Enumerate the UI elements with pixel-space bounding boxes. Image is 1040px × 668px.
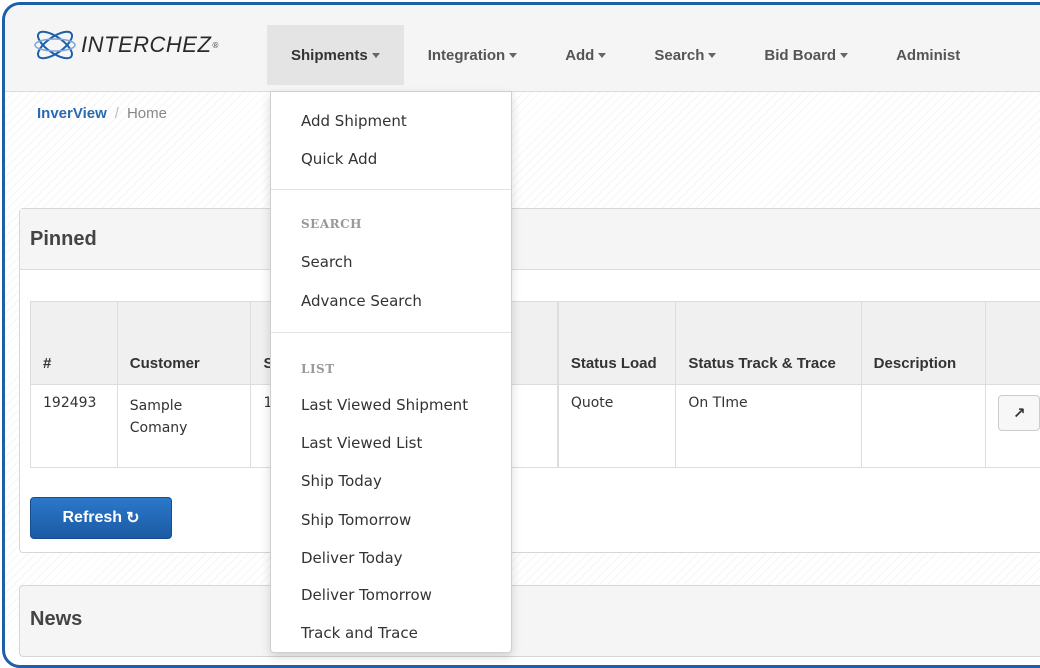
top-navbar: INTERCHEZ ® Shipments Integration Add Se… <box>5 5 1040 92</box>
nav-search[interactable]: Search <box>630 25 740 85</box>
trademark-symbol: ® <box>211 41 219 50</box>
brand-name: INTERCHEZ <box>81 32 211 58</box>
caret-down-icon <box>372 53 380 58</box>
news-panel: News <box>19 585 1040 657</box>
pinned-table-wrap: # Customer S Status Load Status Track & … <box>30 301 1040 468</box>
caret-down-icon <box>840 53 848 58</box>
shipments-dropdown-menu: Add Shipment Quick Add SEARCH Search Adv… <box>270 91 512 653</box>
menu-divider <box>271 332 511 333</box>
nav-administration[interactable]: Administ <box>872 25 984 85</box>
col-header-status-track[interactable]: Status Track & Trace <box>676 302 861 385</box>
menu-item-deliver-today[interactable]: Deliver Today <box>301 549 403 567</box>
cell-status-load: Quote <box>558 385 676 468</box>
nav-shipments[interactable]: Shipments <box>267 25 404 85</box>
orbit-logo-icon <box>33 25 77 65</box>
menu-item-search[interactable]: Search <box>301 253 353 271</box>
col-header-id[interactable]: # <box>31 302 118 385</box>
menu-item-quick-add[interactable]: Quick Add <box>301 150 377 168</box>
news-title: News <box>30 608 82 631</box>
nav-bid-board[interactable]: Bid Board <box>740 25 872 85</box>
cell-id: 192493 <box>31 385 118 468</box>
brand-logo[interactable]: INTERCHEZ ® <box>33 23 219 67</box>
pinned-panel: Pinned # Customer S Status Load Status T… <box>19 208 1040 553</box>
breadcrumb-separator: / <box>115 105 119 122</box>
col-header-actions <box>986 302 1040 385</box>
menu-item-ship-today[interactable]: Ship Today <box>301 472 382 490</box>
menu-item-last-viewed-list[interactable]: Last Viewed List <box>301 434 422 452</box>
col-header-customer[interactable]: Customer <box>117 302 251 385</box>
open-shipment-button[interactable]: ↗ <box>998 395 1040 431</box>
caret-down-icon <box>598 53 606 58</box>
menu-item-add-shipment[interactable]: Add Shipment <box>301 112 407 130</box>
menu-divider <box>271 189 511 190</box>
breadcrumb-link[interactable]: InverView <box>37 105 107 122</box>
menu-header-search: SEARCH <box>301 217 362 231</box>
table-row[interactable]: 192493 Sample Comany 1 1 Quote On TIme ↗ <box>31 385 1040 468</box>
refresh-button[interactable]: Refresh ↻ <box>30 497 172 539</box>
breadcrumb-current: Home <box>127 105 167 122</box>
external-link-icon: ↗ <box>1013 404 1026 422</box>
nav-integration[interactable]: Integration <box>404 25 542 85</box>
menu-item-advance-search[interactable]: Advance Search <box>301 292 422 310</box>
app-frame: INTERCHEZ ® Shipments Integration Add Se… <box>2 2 1040 668</box>
nav-add[interactable]: Add <box>541 25 630 85</box>
cell-description <box>861 385 985 468</box>
caret-down-icon <box>708 53 716 58</box>
menu-item-track-and-trace[interactable]: Track and Trace <box>301 624 418 642</box>
menu-item-deliver-tomorrow[interactable]: Deliver Tomorrow <box>301 586 432 604</box>
main-nav: Shipments Integration Add Search Bid Boa… <box>267 25 984 85</box>
menu-item-ship-tomorrow[interactable]: Ship Tomorrow <box>301 511 411 529</box>
col-header-description[interactable]: Description <box>861 302 985 385</box>
pinned-title: Pinned <box>20 209 1040 270</box>
caret-down-icon <box>509 53 517 58</box>
col-header-status-load[interactable]: Status Load <box>558 302 676 385</box>
refresh-icon: ↻ <box>126 508 139 528</box>
menu-header-list: LIST <box>301 362 335 376</box>
cell-customer: Sample Comany <box>117 385 251 468</box>
cell-actions: ↗ <box>986 385 1040 468</box>
breadcrumb: InverView / Home <box>37 105 167 122</box>
menu-item-last-viewed-shipment[interactable]: Last Viewed Shipment <box>301 396 468 414</box>
pinned-table: # Customer S Status Load Status Track & … <box>30 301 1040 468</box>
cell-status-track: On TIme <box>676 385 861 468</box>
